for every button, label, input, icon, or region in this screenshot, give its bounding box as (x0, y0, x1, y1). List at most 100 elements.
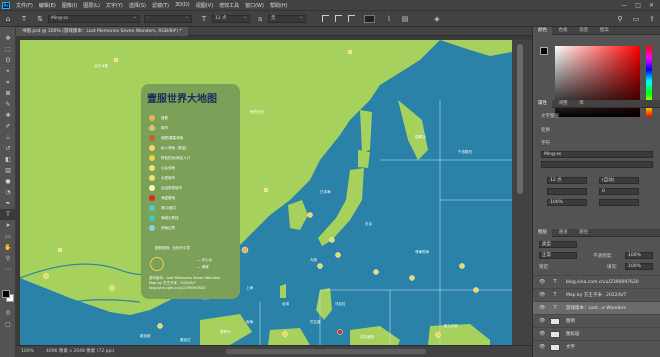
tab-patterns[interactable]: 图案 (595, 27, 614, 35)
zoom-tool-icon[interactable]: ⚲ (0, 253, 16, 264)
maximize-button[interactable]: □ (635, 2, 641, 9)
align-center-button[interactable] (335, 15, 342, 22)
align-left-button[interactable] (322, 15, 329, 22)
layer-row[interactable]: 👁 文字 (533, 340, 660, 353)
quick-select-tool-icon[interactable]: ⌖ (0, 66, 16, 77)
antialias-select[interactable]: 无 (268, 14, 306, 23)
visibility-eye-icon[interactable]: 👁 (539, 279, 545, 285)
menu-filter[interactable]: 滤镜(T) (149, 2, 172, 9)
character-color-swatch[interactable] (599, 199, 639, 206)
healing-tool-icon[interactable]: ✚ (0, 110, 16, 121)
menu-select[interactable]: 选择(S) (126, 2, 149, 9)
menu-type[interactable]: 文字(Y) (103, 2, 126, 9)
font-style-select[interactable]: - (144, 14, 192, 23)
layer-row[interactable]: 👁 图例 (533, 314, 660, 327)
blend-mode-select[interactable]: 正常 (539, 252, 577, 259)
lasso-tool-icon[interactable]: ʘ (0, 55, 16, 66)
menu-layer[interactable]: 图层(L) (80, 2, 103, 9)
marquee-tool-icon[interactable]: ⬚ (0, 44, 16, 55)
menu-edit[interactable]: 编辑(E) (36, 2, 59, 9)
character-panel-icon[interactable]: ▤ (401, 15, 409, 23)
zoom-level[interactable]: 100% (21, 346, 34, 357)
text-color-swatch[interactable] (364, 14, 375, 23)
tab-channels[interactable]: 通道 (554, 229, 573, 237)
character-leading-field[interactable]: (自动) (599, 177, 639, 184)
more-tools-icon[interactable]: ⋯ (0, 264, 16, 275)
path-select-tool-icon[interactable]: ➤ (0, 220, 16, 231)
minimize-button[interactable]: — (621, 2, 627, 9)
character-section[interactable]: 字符 (541, 140, 550, 146)
3d-icon[interactable]: ◈ (433, 15, 441, 23)
tab-properties[interactable]: 属性 (533, 100, 552, 108)
type-tool-icon[interactable]: T (0, 209, 16, 220)
fill-field[interactable]: 100% (625, 263, 653, 270)
visibility-eye-icon[interactable]: 👁 (539, 292, 545, 298)
tab-layers[interactable]: 图层 (533, 229, 552, 237)
tab-adjustments[interactable]: 调整 (554, 100, 573, 108)
character-font-select[interactable]: Ming-ss (541, 151, 653, 158)
map-legend[interactable]: 壹服世界大地图 首都 城市 城堡/要塞领地 私人领地（数量） 特色拍卖/商店入口 公会领地… (141, 84, 240, 299)
dodge-tool-icon[interactable]: ◔ (0, 187, 16, 198)
menu-help[interactable]: 帮助(H) (267, 2, 291, 9)
align-right-button[interactable] (348, 15, 355, 22)
visibility-eye-icon[interactable]: 👁 (539, 305, 545, 311)
tab-paths[interactable]: 路径 (574, 229, 593, 237)
stamp-tool-icon[interactable]: ⊥ (0, 132, 16, 143)
quick-mask-icon[interactable]: ◎ (0, 307, 16, 318)
visibility-eye-icon[interactable]: 👁 (539, 318, 545, 324)
document-info[interactable]: 4096 像素 x 2048 像素 (72 ppi) (46, 346, 114, 357)
scroll-thumb[interactable] (517, 44, 523, 194)
crop-tool-icon[interactable]: ⌗ (0, 77, 16, 88)
foreground-color-swatch[interactable] (2, 290, 10, 298)
workspace-icon[interactable]: ▭ (632, 15, 640, 23)
menu-file[interactable]: 文件(F) (13, 2, 36, 9)
text-orientation-icon[interactable]: ⇅ (36, 15, 44, 23)
vertical-scrollbar[interactable] (512, 40, 532, 345)
eraser-tool-icon[interactable]: ◧ (0, 154, 16, 165)
document-tab[interactable]: 书图.psd @ 100% (游戏版本：Lost Memories Seven … (16, 27, 188, 36)
share-icon[interactable]: ⇪ (648, 15, 656, 23)
menu-image[interactable]: 图像(I) (59, 2, 80, 9)
transform-section[interactable]: 变换 (541, 127, 550, 133)
color-swatches[interactable] (2, 290, 14, 302)
opacity-field[interactable]: 100% (625, 252, 653, 259)
shape-tool-icon[interactable]: ▭ (0, 231, 16, 242)
tab-color[interactable]: 颜色 (533, 27, 552, 35)
character-size-field[interactable]: 12 点 (547, 177, 587, 184)
layer-filter-select[interactable]: 类型 (539, 241, 577, 248)
warp-text-icon[interactable]: ⌇ (385, 15, 393, 23)
layer-name[interactable]: 文字 (566, 341, 575, 354)
close-button[interactable]: ✕ (649, 2, 654, 9)
canvas[interactable]: 北方冰原 勘察加 西伯利亚 千岛群岛 日本海 东京 大阪 北京 上海 台湾 香港… (20, 40, 512, 345)
foreground-color-mini[interactable] (540, 47, 548, 55)
screen-mode-icon[interactable]: ▢ (0, 319, 16, 330)
menu-plugins[interactable]: 增效工具 (216, 2, 242, 9)
frame-tool-icon[interactable]: ⊠ (0, 88, 16, 99)
menu-window[interactable]: 窗口(W) (242, 2, 267, 9)
home-icon[interactable]: ⌂ (4, 15, 12, 23)
tab-swatches[interactable]: 色板 (554, 27, 573, 35)
layer-row[interactable]: 👁 T Map by 方王子米 · 2022/6/7 (533, 288, 660, 301)
layer-row[interactable]: 👁 T 游戏版本：Lost...e Wonders (533, 301, 660, 314)
menu-3d[interactable]: 3D(D) (172, 2, 193, 8)
character-kerning-field[interactable] (547, 188, 587, 195)
visibility-eye-icon[interactable]: 👁 (539, 331, 545, 337)
tab-gradients[interactable]: 渐变 (574, 27, 593, 35)
layer-row[interactable]: 👁 图标层 (533, 327, 660, 340)
move-tool-icon[interactable]: ✥ (0, 33, 16, 44)
menu-view[interactable]: 视图(V) (193, 2, 216, 9)
text-tool-icon[interactable]: T (20, 15, 28, 23)
search-icon[interactable]: ⚲ (616, 15, 624, 23)
font-size-select[interactable]: 12 点 (212, 14, 250, 23)
hand-tool-icon[interactable]: ✋ (0, 242, 16, 253)
visibility-eye-icon[interactable]: 👁 (539, 344, 545, 350)
font-family-select[interactable]: Ming-ss (48, 14, 140, 23)
history-brush-tool-icon[interactable]: ↺ (0, 143, 16, 154)
character-tracking-field[interactable]: 0 (599, 188, 639, 195)
horizontal-scrollbar[interactable] (226, 349, 426, 354)
blur-tool-icon[interactable]: ● (0, 176, 16, 187)
brush-tool-icon[interactable]: ✐ (0, 121, 16, 132)
gradient-tool-icon[interactable]: ▥ (0, 165, 16, 176)
eyedropper-tool-icon[interactable]: ✎ (0, 99, 16, 110)
character-style-select[interactable] (541, 161, 653, 168)
